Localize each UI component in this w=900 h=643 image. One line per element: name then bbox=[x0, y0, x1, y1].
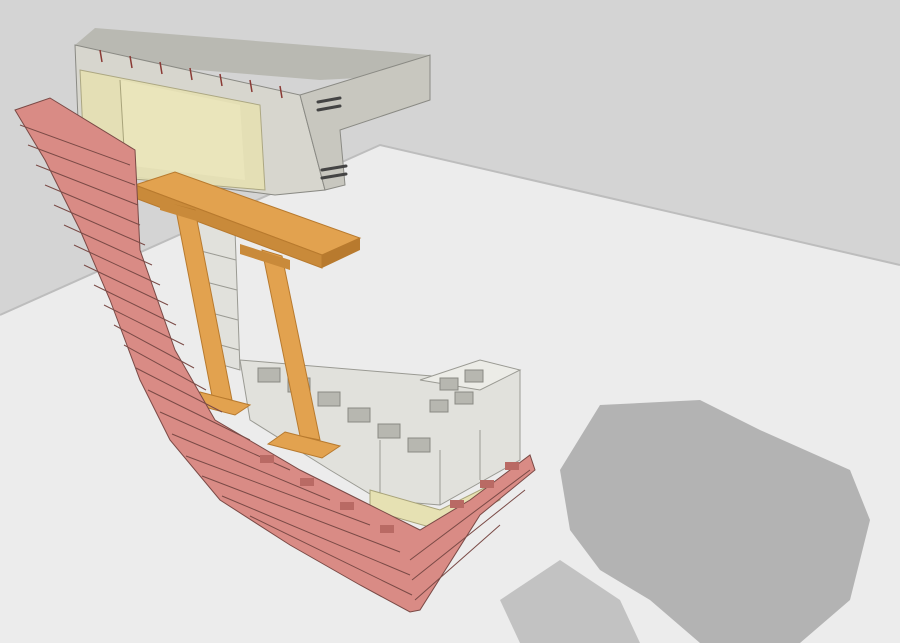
scene-render bbox=[0, 0, 900, 643]
scene-svg bbox=[0, 0, 900, 643]
